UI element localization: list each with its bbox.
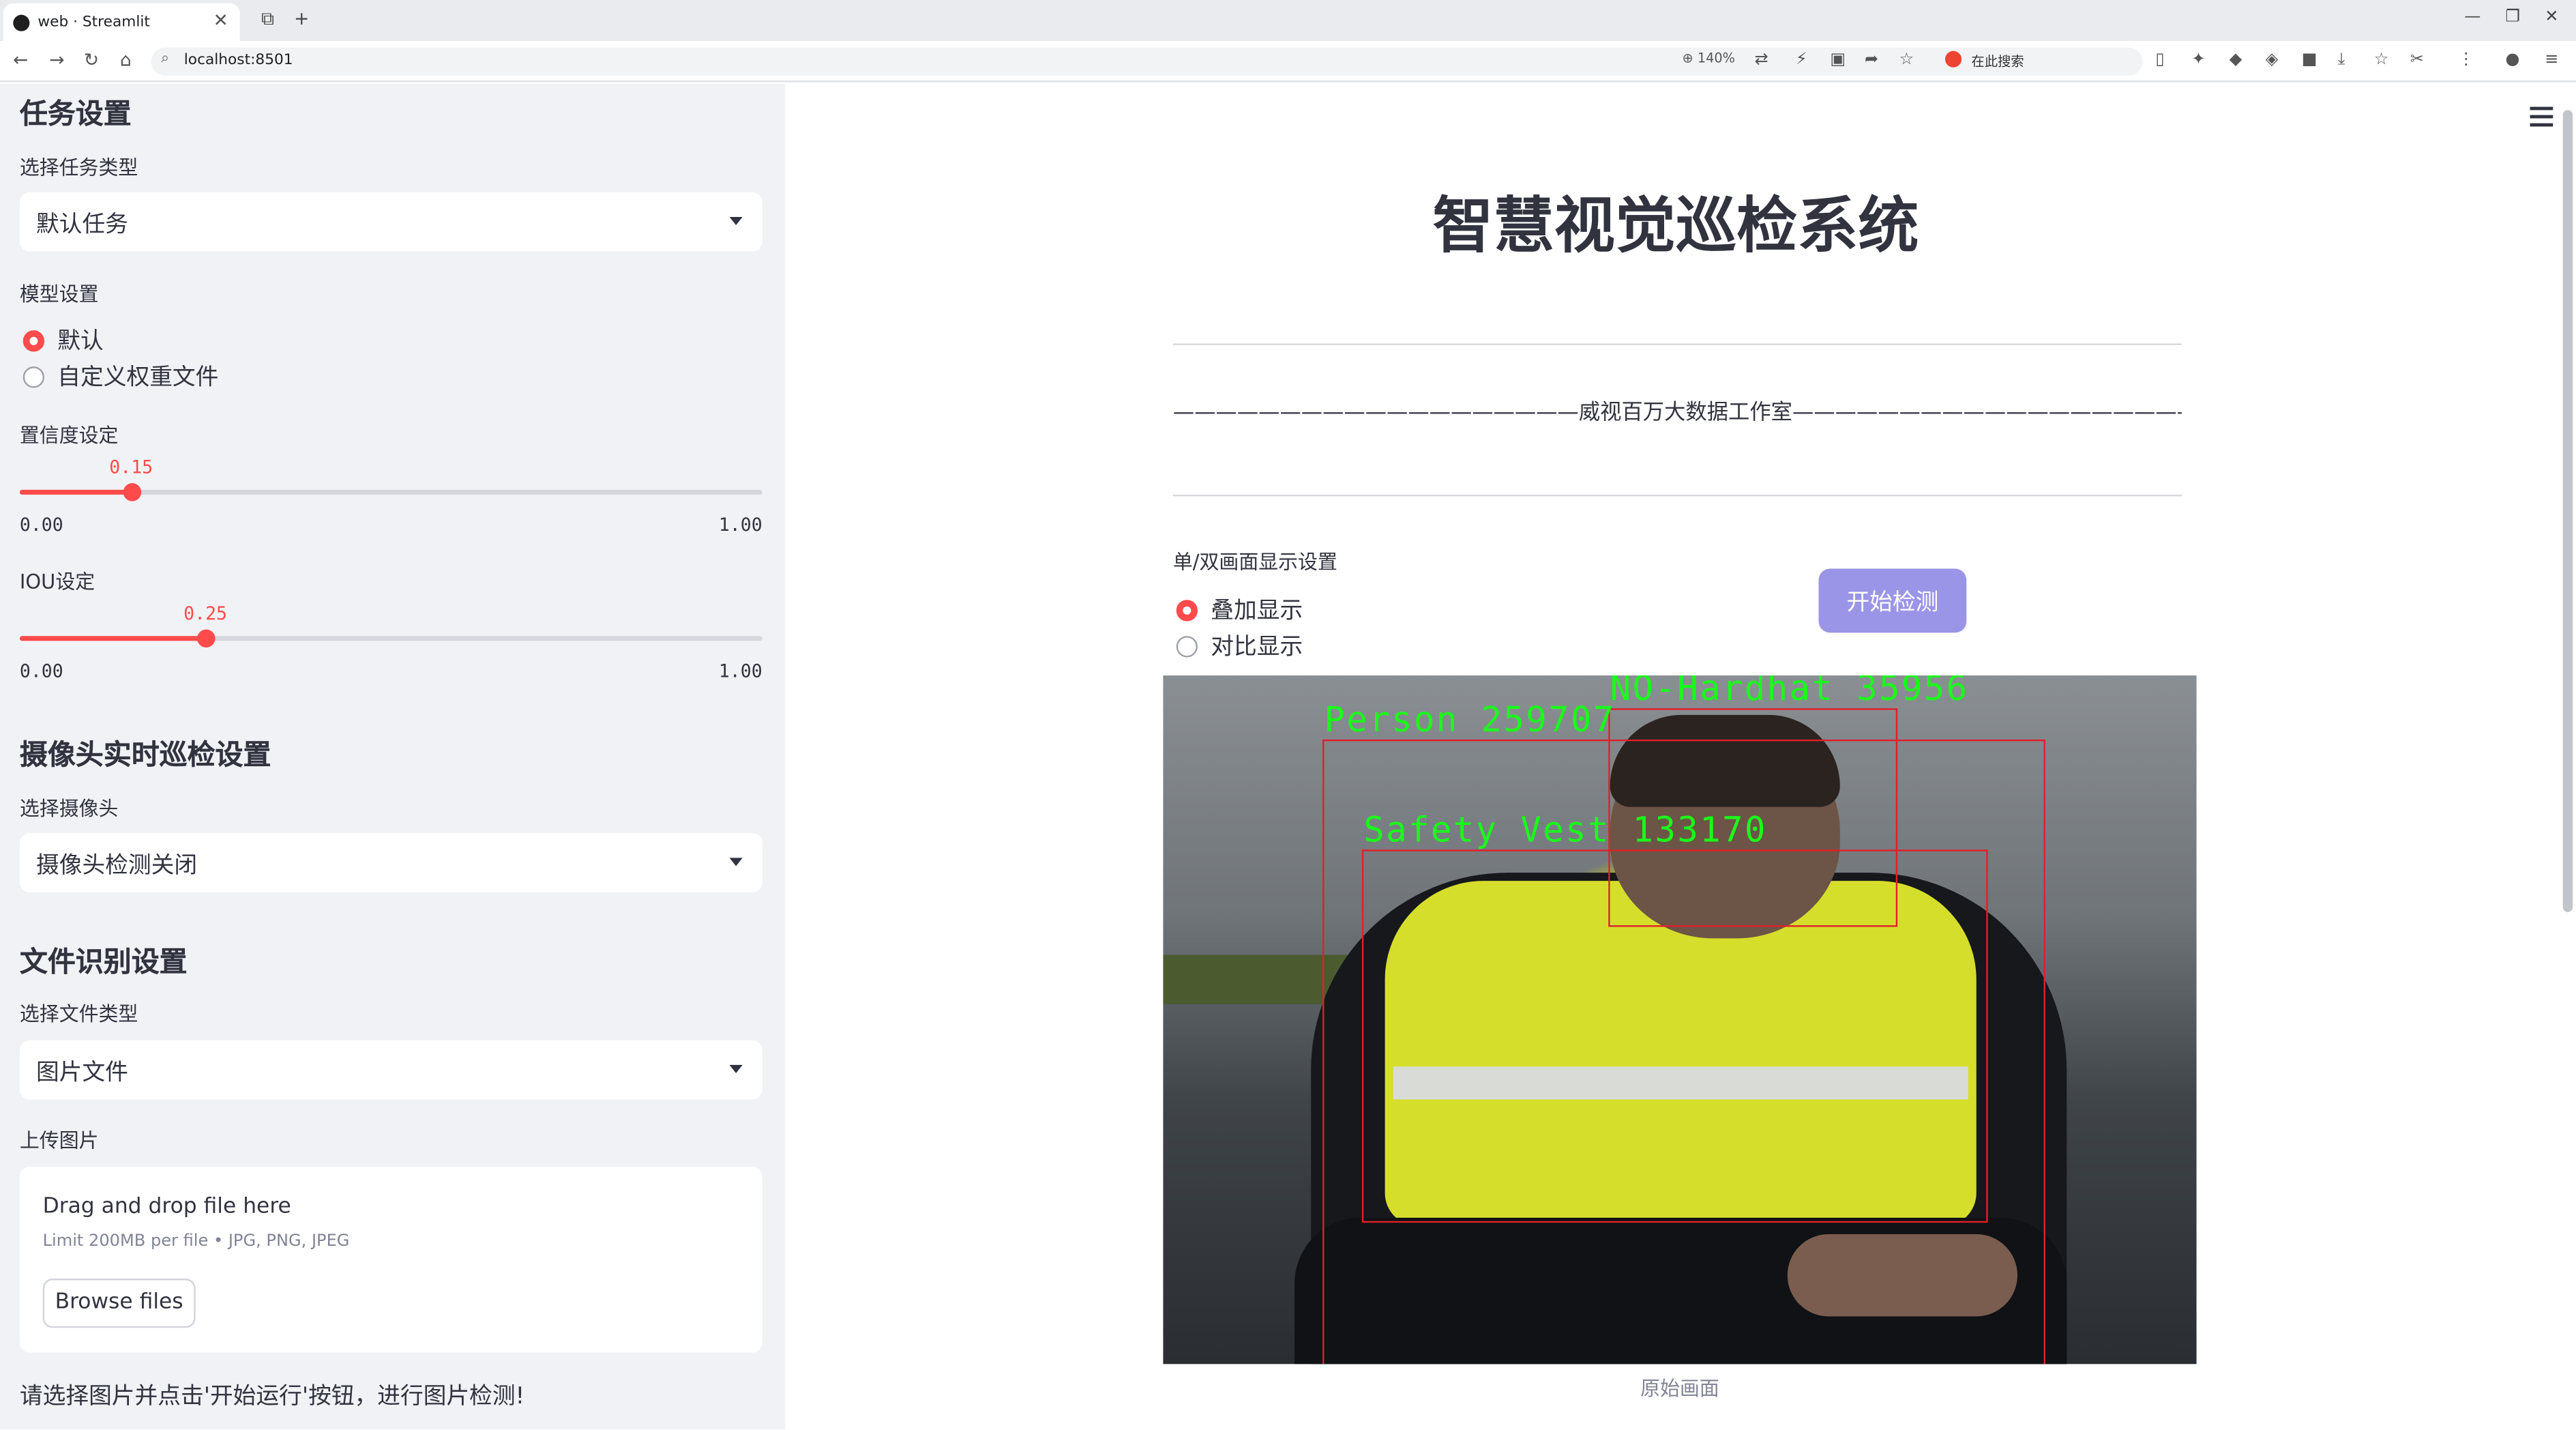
phone-icon[interactable]: ▯ <box>2155 51 2164 69</box>
iou-slider[interactable]: 0.25 0.00 1.00 <box>19 603 763 682</box>
model-radio-default[interactable]: 默认 <box>23 324 104 357</box>
streamlit-favicon-icon <box>13 14 30 31</box>
radio-on-icon <box>23 329 45 351</box>
confidence-label: 置信度设定 <box>19 424 119 448</box>
display-mode-label: 单/双画面显示设置 <box>1172 550 1337 574</box>
dropzone-title: Drag and drop file here <box>42 1195 291 1220</box>
display-radio-compare[interactable]: 对比显示 <box>1176 630 1303 662</box>
file-type-select[interactable]: 图片文件 <box>19 1040 763 1100</box>
scrollbar[interactable] <box>2562 110 2573 912</box>
slider-thumb[interactable] <box>197 629 216 648</box>
translate-icon[interactable]: ⇄ <box>1755 51 1768 69</box>
browser-search-box[interactable]: 在此搜索 <box>1935 47 2143 76</box>
tab-close-icon[interactable]: ✕ <box>213 10 228 31</box>
dropzone-limit: Limit 200MB per file • JPG, PNG, JPEG <box>42 1232 350 1251</box>
bolt-icon[interactable]: ⚡ <box>1796 51 1807 69</box>
minimize-icon[interactable]: — <box>2464 8 2481 26</box>
menu-icon[interactable]: ≡ <box>2545 51 2558 69</box>
tab-title: web · Streamlit <box>38 14 150 31</box>
reload-icon[interactable]: ↻ <box>84 49 99 70</box>
upload-label: 上传图片 <box>19 1128 99 1152</box>
iou-label: IOU设定 <box>19 570 95 594</box>
slider-min: 0.00 <box>19 514 63 536</box>
divider <box>1172 495 2182 497</box>
more-icon[interactable]: ⋮ <box>2458 51 2474 69</box>
screenshot-icon[interactable]: ▣ <box>1830 51 1846 69</box>
window-close-icon[interactable]: ✕ <box>2545 8 2558 26</box>
radio-off-icon <box>23 365 45 388</box>
slider-fill <box>19 489 132 495</box>
browse-files-button[interactable]: Browse files <box>42 1279 196 1328</box>
browser-tabbar: web · Streamlit ✕ ⧉ + — ❐ ✕ <box>0 0 2576 42</box>
file-type-label: 选择文件类型 <box>19 1002 138 1026</box>
confidence-slider[interactable]: 0.15 0.00 1.00 <box>19 457 763 536</box>
favorites-icon[interactable]: ☆ <box>2374 51 2389 69</box>
slider-max: 1.00 <box>718 660 763 682</box>
new-tab-icon[interactable]: + <box>294 8 309 29</box>
zoom-indicator[interactable]: ⊕ 140% <box>1683 51 1735 66</box>
task-type-label: 选择任务类型 <box>19 156 138 179</box>
browser-tab[interactable]: web · Streamlit ✕ <box>3 3 240 42</box>
slider-max: 1.00 <box>718 514 763 536</box>
back-icon[interactable]: ← <box>13 49 28 70</box>
slider-min: 0.00 <box>19 660 63 682</box>
camera-section-title: 摄像头实时巡检设置 <box>19 739 271 773</box>
task-type-select[interactable]: 默认任务 <box>19 192 763 252</box>
restore-icon[interactable]: ❐ <box>2505 8 2520 26</box>
bbox-label-safety-vest: Safety Vest 133170 <box>1363 810 1767 850</box>
search-icon: ⌕ <box>161 50 170 68</box>
slider-fill <box>19 636 206 641</box>
tab-search-icon[interactable]: ⧉ <box>261 8 274 31</box>
bbox-label-person: Person 259707 <box>1324 700 1616 740</box>
detection-image: NO-Hardhat 35956 Person 259707 Safety Ve… <box>1163 675 2197 1365</box>
bbox-safety-vest <box>1361 849 1988 1223</box>
file-section-title: 文件识别设置 <box>19 946 188 980</box>
radio-on-icon <box>1176 599 1198 621</box>
studio-banner: ———————————————————威视百万大数据工作室———————————… <box>1172 400 2182 426</box>
share-icon[interactable]: ➦ <box>1865 51 1878 69</box>
bbox-label-no-hardhat: NO-Hardhat 35956 <box>1610 675 1969 709</box>
model-radio-custom[interactable]: 自定义权重文件 <box>23 360 218 393</box>
download-icon[interactable]: ⤓ <box>2338 51 2345 69</box>
radio-off-icon <box>1176 635 1198 657</box>
forward-icon[interactable]: → <box>49 49 64 70</box>
extension-icon[interactable]: ◈ <box>2266 51 2279 69</box>
file-dropzone[interactable]: Drag and drop file here Limit 200MB per … <box>19 1167 763 1353</box>
image-caption: 原始画面 <box>1640 1377 1719 1401</box>
slider-value: 0.25 <box>183 603 228 625</box>
chevron-down-icon <box>729 858 743 866</box>
main-content: 智慧视觉巡检系统 ———————————————————威视百万大数据工作室——… <box>785 83 2576 1430</box>
profile-avatar[interactable]: ● <box>2505 51 2519 69</box>
extension-icon[interactable]: ■ <box>2302 51 2318 69</box>
extension-icon[interactable]: ✦ <box>2191 51 2205 69</box>
extension-icon[interactable]: ◆ <box>2230 51 2242 69</box>
bookmark-star-icon[interactable]: ☆ <box>1899 51 1914 69</box>
divider <box>1172 343 2182 345</box>
model-label: 模型设置 <box>19 282 99 306</box>
hamburger-menu-icon[interactable] <box>2530 106 2553 132</box>
camera-label: 选择摄像头 <box>19 797 119 820</box>
task-section-title: 任务设置 <box>19 98 132 132</box>
search-engine-icon <box>1945 50 1962 68</box>
start-detection-button[interactable]: 开始检测 <box>1818 568 1967 633</box>
page-title: 智慧视觉巡检系统 <box>1432 190 1919 261</box>
browser-address-bar: ← → ↻ ⌂ ⌕ localhost:8501 ⊕ 140% ⇄ ⚡ ▣ ➦ … <box>0 41 2576 83</box>
chevron-down-icon <box>729 216 743 226</box>
home-icon[interactable]: ⌂ <box>120 49 132 70</box>
slider-thumb[interactable] <box>123 483 141 501</box>
camera-select[interactable]: 摄像头检测关闭 <box>19 833 763 892</box>
slider-value: 0.15 <box>109 456 153 478</box>
scissors-icon[interactable]: ✂ <box>2410 51 2424 69</box>
display-radio-overlay[interactable]: 叠加显示 <box>1176 594 1303 626</box>
chevron-down-icon <box>729 1064 743 1073</box>
sidebar: 任务设置 选择任务类型 默认任务 模型设置 默认 自定义权重文件 置信度设定 0… <box>0 83 786 1430</box>
upload-hint: 请选择图片并点击'开始运行'按钮，进行图片检测! <box>19 1384 525 1410</box>
